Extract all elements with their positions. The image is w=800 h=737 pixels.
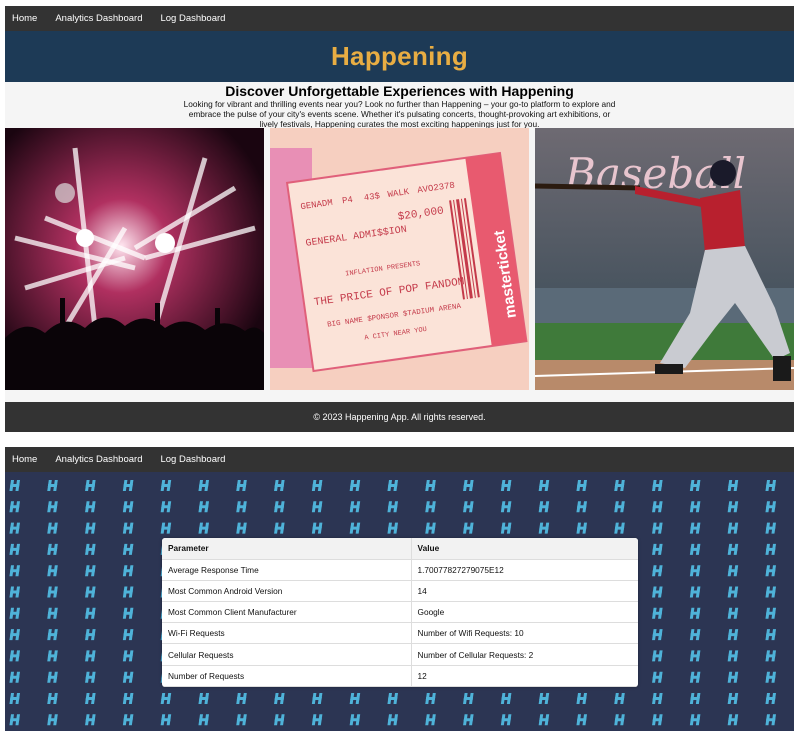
home-page-frame: Home Analytics Dashboard Log Dashboard H… bbox=[5, 6, 794, 432]
concert-image bbox=[5, 128, 264, 390]
value-cell: 14 bbox=[411, 580, 638, 603]
image-gallery: GENERAL ADMI$$ION $20,000 INFLATION PRES… bbox=[5, 128, 794, 390]
parameter-cell: Wi-Fi Requests bbox=[162, 622, 412, 645]
h-pattern-background: Parameter Value Average Response Time 1.… bbox=[5, 472, 794, 731]
parameter-cell: Average Response Time bbox=[162, 559, 412, 581]
table-row: Most Common Android Version 14 bbox=[162, 580, 638, 603]
nav-analytics-dashboard-link[interactable]: Analytics Dashboard bbox=[55, 454, 142, 465]
analytics-table-card: Parameter Value Average Response Time 1.… bbox=[162, 538, 638, 687]
table-row: Number of Requests 12 bbox=[162, 665, 638, 687]
nav-home-link[interactable]: Home bbox=[12, 454, 37, 465]
nav-home-link[interactable]: Home bbox=[12, 13, 37, 24]
parameter-cell: Most Common Android Version bbox=[162, 580, 412, 603]
footer: © 2023 Happening App. All rights reserve… bbox=[5, 402, 794, 432]
value-cell: Number of Cellular Requests: 2 bbox=[411, 643, 638, 666]
table-header-row: Parameter Value bbox=[162, 538, 638, 560]
nav-analytics-dashboard-link[interactable]: Analytics Dashboard bbox=[55, 13, 142, 24]
nav-log-dashboard-link[interactable]: Log Dashboard bbox=[160, 13, 225, 24]
analytics-page-frame: Home Analytics Dashboard Log Dashboard P… bbox=[5, 447, 794, 731]
analytics-table: Parameter Value Average Response Time 1.… bbox=[162, 538, 638, 687]
intro-text: Looking for vibrant and thrilling events… bbox=[183, 99, 616, 129]
top-navbar: Home Analytics Dashboard Log Dashboard bbox=[5, 6, 794, 31]
parameter-cell: Cellular Requests bbox=[162, 643, 412, 666]
column-header-parameter: Parameter bbox=[162, 538, 412, 560]
value-cell: Number of Wifi Requests: 10 bbox=[411, 622, 638, 645]
ticket-p4-text: P4 bbox=[341, 195, 353, 206]
column-header-value: Value bbox=[411, 538, 638, 560]
baseball-image: Baseball bbox=[535, 128, 794, 390]
nav-log-dashboard-link[interactable]: Log Dashboard bbox=[160, 454, 225, 465]
value-cell: 1.70077827279075E12 bbox=[411, 559, 638, 581]
ticket-image: GENERAL ADMI$$ION $20,000 INFLATION PRES… bbox=[270, 128, 529, 390]
app-title: Happening bbox=[330, 41, 469, 71]
intro-section: Discover Unforgettable Experiences with … bbox=[5, 82, 794, 130]
table-row: Wi-Fi Requests Number of Wifi Requests: … bbox=[162, 622, 638, 645]
intro-heading: Discover Unforgettable Experiences with … bbox=[225, 83, 574, 99]
parameter-cell: Most Common Client Manufacturer bbox=[162, 601, 412, 624]
value-cell: 12 bbox=[411, 665, 638, 687]
table-row: Cellular Requests Number of Cellular Req… bbox=[162, 643, 638, 666]
hero-banner: Happening bbox=[5, 31, 794, 82]
value-cell: Google bbox=[411, 601, 638, 624]
parameter-cell: Number of Requests bbox=[162, 665, 412, 687]
table-row: Most Common Client Manufacturer Google bbox=[162, 601, 638, 624]
copyright-text: © 2023 Happening App. All rights reserve… bbox=[313, 412, 486, 422]
table-row: Average Response Time 1.70077827279075E1… bbox=[162, 559, 638, 581]
top-navbar-analytics: Home Analytics Dashboard Log Dashboard bbox=[5, 447, 794, 472]
